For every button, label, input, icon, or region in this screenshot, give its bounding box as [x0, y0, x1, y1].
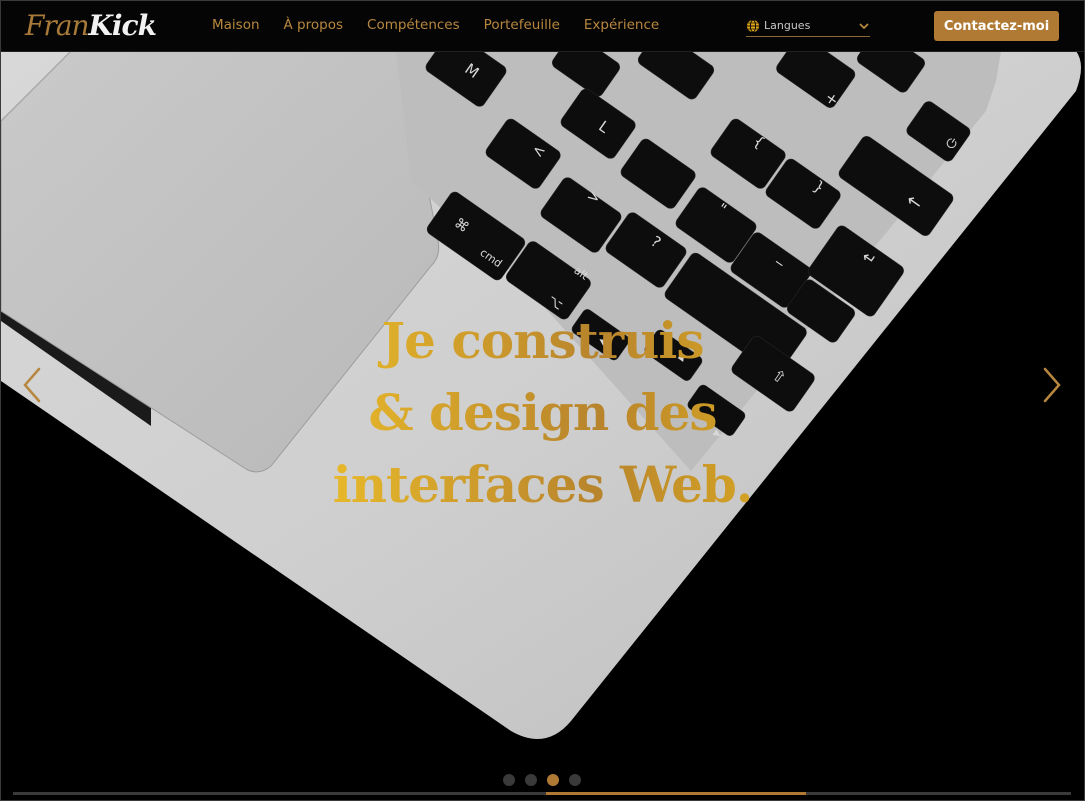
carousel-next-button[interactable] — [1039, 365, 1065, 405]
language-label: Langues — [764, 19, 811, 32]
browser-frame: FranKick Maison À propos Compétences Por… — [0, 0, 1085, 801]
nav-link-maison[interactable]: Maison — [212, 17, 260, 33]
headline-line-3: interfaces Web. — [1, 449, 1084, 521]
carousel-indicators — [503, 774, 581, 786]
logo-part-1: Fran — [25, 9, 90, 42]
brand-logo[interactable]: FranKick — [25, 8, 160, 44]
nav-link-portefeuille[interactable]: Portefeuille — [484, 17, 560, 33]
carousel-dot-1[interactable] — [503, 774, 515, 786]
carousel-progress-track — [13, 792, 1071, 795]
chevron-down-icon — [859, 22, 869, 29]
nav-link-experience[interactable]: Expérience — [584, 17, 659, 33]
contact-button[interactable]: Contactez-moi — [934, 11, 1059, 41]
headline-line-1: Je construis — [1, 305, 1084, 377]
chevron-left-icon — [23, 367, 41, 403]
globe-icon — [747, 19, 759, 32]
nav-link-a-propos[interactable]: À propos — [284, 17, 343, 33]
navbar: FranKick Maison À propos Compétences Por… — [1, 1, 1084, 52]
carousel-dot-2[interactable] — [525, 774, 537, 786]
headline-line-2: & design des — [1, 377, 1084, 449]
hero-carousel: M < L > ? " { } + _ ← ↵ ⇧ ⏻ cmd alt ⌘ ⌥ … — [1, 51, 1084, 800]
carousel-dot-4[interactable] — [569, 774, 581, 786]
carousel-progress-fill — [546, 792, 806, 795]
language-select[interactable]: Langues — [746, 15, 870, 37]
chevron-right-icon — [1043, 367, 1061, 403]
nav-link-competences[interactable]: Compétences — [367, 17, 460, 33]
hero-headline: Je construis & design des interfaces Web… — [1, 305, 1084, 521]
carousel-prev-button[interactable] — [19, 365, 45, 405]
carousel-dot-3[interactable] — [547, 774, 559, 786]
logo-part-2: Kick — [88, 9, 157, 42]
nav-links: Maison À propos Compétences Portefeuille… — [212, 17, 683, 33]
